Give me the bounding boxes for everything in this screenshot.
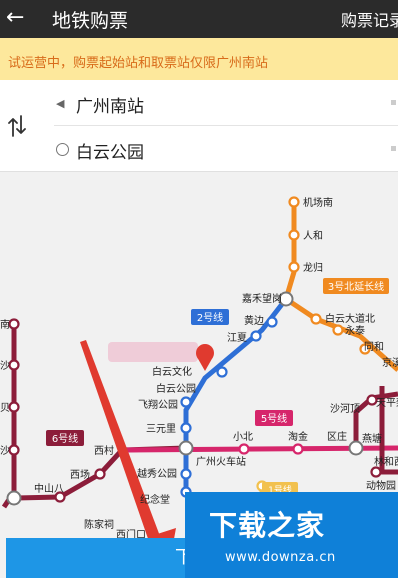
- station-dot: [288, 261, 300, 273]
- station-dot: [332, 324, 344, 336]
- station-label: 沙: [0, 445, 10, 457]
- arrival-station-field[interactable]: 白云公园: [54, 126, 398, 172]
- station-label: 白云大道北: [325, 312, 375, 325]
- triangle-left-icon: ◀: [56, 97, 65, 110]
- station-label: 淘金: [288, 430, 308, 443]
- station-dot: [370, 466, 382, 478]
- station-label: 龙归: [303, 261, 323, 274]
- interchange-icon: [178, 440, 194, 456]
- station-label: 沙河顶: [330, 403, 360, 415]
- station-dot: [8, 401, 20, 413]
- station-label: 沙: [0, 360, 10, 372]
- app-header: ← 地铁购票 购票记录: [0, 0, 398, 38]
- station-label: 西场: [70, 468, 90, 481]
- station-selector: ◀ 广州南站 白云公园: [0, 80, 398, 172]
- interchange-icon: [348, 440, 364, 456]
- station-dot: [94, 468, 106, 480]
- station-label: 广州火车站: [196, 455, 246, 468]
- interchange-icon: [6, 490, 22, 506]
- field-edge-mark: [391, 100, 396, 105]
- station-dot: [180, 396, 192, 408]
- field-edge-mark: [391, 146, 396, 151]
- station-dot: [216, 366, 228, 378]
- downza-watermark: 下载之家 www.downza.cn: [185, 492, 398, 578]
- station-label: 江夏: [227, 332, 247, 344]
- station-label: 飞翔公园: [138, 398, 178, 411]
- station-label: 西村: [94, 444, 114, 457]
- blur-overlay: [108, 342, 198, 362]
- swap-vertical-icon[interactable]: [5, 113, 29, 139]
- page-title: 地铁购票: [52, 10, 129, 32]
- station-label: 中山八: [34, 482, 64, 495]
- station-label: 天平架: [376, 397, 398, 409]
- location-pin-icon: [197, 357, 213, 371]
- station-label: 永泰: [345, 324, 365, 337]
- station-dot: [250, 330, 262, 342]
- station-dot: [180, 422, 192, 434]
- station-dot: [8, 444, 20, 456]
- line-3-badge-text: 3号北延长线: [328, 280, 384, 293]
- station-label: 同和: [364, 341, 384, 353]
- station-dot: [266, 316, 278, 328]
- line-6-badge-text: 6号线: [52, 432, 78, 445]
- station-label: 南: [0, 318, 10, 331]
- purchase-records-link[interactable]: 购票记录: [341, 7, 398, 31]
- station-label: 陈家祠: [84, 518, 114, 531]
- station-label: 越秀公园: [137, 467, 177, 480]
- station-label: 燕塘: [362, 432, 382, 445]
- station-dot: [310, 313, 322, 325]
- station-label: 黄边: [244, 314, 264, 327]
- station-dot: [288, 196, 300, 208]
- circle-outline-icon: [56, 143, 69, 156]
- arrival-station-name: 白云公园: [76, 143, 144, 163]
- station-label: 纪念堂: [140, 493, 170, 506]
- station-dot: [292, 443, 304, 455]
- station-label: 贝: [0, 402, 10, 414]
- station-label: 小北: [233, 431, 253, 443]
- station-label: 机场南: [303, 196, 333, 209]
- station-dot: [288, 229, 300, 241]
- line-2-badge-text: 2号线: [197, 311, 223, 324]
- station-dot: [8, 359, 20, 371]
- station-labels: 机场南 人和 龙归 嘉禾望岗 黄边 江夏 白云大道北 永泰 同和 京溪 白云文化…: [0, 196, 398, 541]
- back-arrow-icon[interactable]: ←: [6, 4, 24, 32]
- station-dot: [8, 318, 20, 330]
- station-label: 林和西: [374, 455, 398, 468]
- station-label: 京溪: [382, 356, 398, 369]
- departure-station-name: 广州南站: [76, 97, 144, 117]
- watermark-name: 下载之家: [209, 509, 326, 542]
- station-dot: [238, 443, 250, 455]
- line-6-track: [1, 324, 17, 509]
- trial-notice-banner: 试运营中，购票起始站和取票站仅限广州南站: [0, 38, 398, 80]
- watermark-url: www.downza.cn: [225, 550, 336, 565]
- station-label: 人和: [303, 230, 323, 242]
- departure-station-field[interactable]: ◀ 广州南站: [54, 80, 398, 126]
- station-label: 三元里: [146, 423, 176, 435]
- station-label: 区庄: [327, 430, 347, 443]
- line-5-badge-text: 5号线: [261, 412, 287, 425]
- station-dot: [180, 468, 192, 480]
- station-label: 白云文化: [152, 365, 192, 378]
- station-label: 白云公园: [156, 382, 196, 395]
- station-label: 嘉禾望岗: [242, 292, 282, 305]
- station-label: 动物园: [366, 479, 396, 492]
